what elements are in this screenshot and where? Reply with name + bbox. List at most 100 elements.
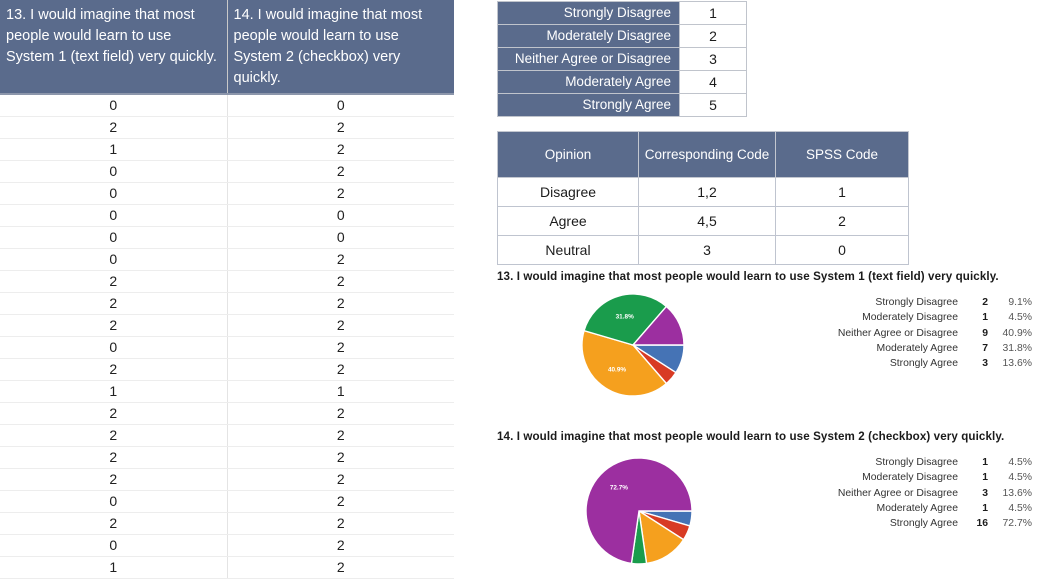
table-row: 02	[0, 182, 454, 205]
table-cell: 0	[0, 204, 228, 227]
chart-title-q13: 13. I would imagine that most people wou…	[497, 270, 999, 283]
legend-count: 1	[982, 457, 988, 468]
table-cell: 2	[227, 182, 454, 205]
chart-body-q14: 72.7% Strongly Disagree 1 4.5% Moderately D…	[497, 449, 1042, 569]
survey-response-table-panel: 13. I would imagine that most people wou…	[0, 0, 454, 580]
table-cell: 2	[0, 468, 228, 491]
table-row: 02	[0, 160, 454, 183]
table-cell: 0	[0, 160, 228, 183]
survey-response-table: 13. I would imagine that most people wou…	[0, 0, 454, 579]
legend-label: Moderately Agree	[876, 502, 958, 514]
table-row: 22	[0, 446, 454, 469]
chart-title-q14: 14. I would imagine that most people wou…	[497, 430, 1005, 443]
legend-percent: 9.1%	[1008, 297, 1032, 308]
table-cell: 2	[227, 292, 454, 315]
table-cell: 2	[227, 424, 454, 447]
legend-count: 7	[982, 342, 988, 354]
table-row: 02	[0, 248, 454, 271]
legend-label: Moderately Disagree	[862, 312, 958, 324]
legend-row: Moderately Disagree 1 4.5%	[802, 312, 1032, 327]
table-cell: 2	[227, 512, 454, 535]
legend-row: Strongly Disagree 2 9.1%	[802, 297, 1032, 312]
opinion-cell: Neutral	[497, 235, 639, 265]
opinion-cell: 0	[775, 235, 909, 265]
table-body: 0022120202000002222222022211222222220222…	[0, 94, 454, 579]
table-row: 22	[0, 292, 454, 315]
table-row: 11	[0, 380, 454, 403]
opinion-header-corresponding-code: Corresponding Code	[638, 131, 776, 178]
table-cell: 0	[0, 182, 228, 205]
legend-percent: 13.6%	[1002, 487, 1032, 499]
likert-value: 2	[679, 24, 747, 48]
legend-row: Strongly Agree 3 13.6%	[802, 358, 1032, 373]
table-row: 22	[0, 424, 454, 447]
likert-label: Neither Agree or Disagree	[497, 47, 680, 71]
table-cell: 2	[227, 402, 454, 425]
likert-label: Strongly Agree	[497, 93, 680, 117]
column-header-q14[interactable]: 14. I would imagine that most people wou…	[227, 0, 454, 95]
table-cell: 2	[0, 402, 228, 425]
legend-row: Moderately Agree 1 4.5%	[802, 503, 1032, 518]
table-cell: 2	[0, 446, 228, 469]
table-cell: 1	[0, 380, 228, 403]
table-row: 22	[0, 512, 454, 535]
table-cell: 0	[227, 204, 454, 227]
likert-value: 5	[679, 93, 747, 117]
chart-block-q14: 14. I would imagine that most people wou…	[497, 430, 1042, 569]
table-cell: 2	[227, 160, 454, 183]
table-row: 02	[0, 490, 454, 513]
table-cell: 2	[0, 358, 228, 381]
opinion-row: Disagree 1,2 1	[497, 177, 909, 207]
legend-percent: 4.5%	[1008, 312, 1032, 324]
legend-count: 9	[982, 327, 988, 339]
legend-label: Neither Agree or Disagree	[837, 487, 958, 499]
table-cell: 1	[227, 380, 454, 403]
legend-count: 1	[982, 312, 988, 324]
opinion-cell: 2	[775, 206, 909, 236]
likert-scale-table: Strongly Disagree 1 Moderately Disagree 2 Ne…	[497, 1, 747, 117]
likert-label: Strongly Disagree	[497, 1, 680, 25]
legend-label: Strongly Disagree	[875, 457, 958, 468]
table-row: 22	[0, 314, 454, 337]
likert-row: Strongly Agree 5	[497, 93, 747, 117]
table-cell: 2	[227, 270, 454, 293]
table-row: 22	[0, 402, 454, 425]
table-cell: 2	[0, 116, 228, 139]
legend-label: Moderately Disagree	[862, 472, 958, 484]
opinion-table-body: Disagree 1,2 1 Agree 4,5 2 Neutral 3 0	[497, 177, 909, 265]
table-row: 00	[0, 204, 454, 227]
screenshot-root: 13. I would imagine that most people wou…	[0, 0, 1057, 580]
table-cell: 2	[227, 358, 454, 381]
legend-percent: 4.5%	[1008, 472, 1032, 484]
table-cell: 2	[0, 424, 228, 447]
legend-label: Neither Agree or Disagree	[837, 327, 958, 339]
column-header-q13[interactable]: 13. I would imagine that most people wou…	[0, 0, 228, 95]
table-cell: 1	[0, 556, 228, 579]
legend-percent: 40.9%	[1002, 327, 1032, 339]
table-cell: 1	[0, 138, 228, 161]
table-row: 22	[0, 468, 454, 491]
pie-slice-label: 40.9%	[608, 367, 626, 374]
table-cell: 2	[227, 490, 454, 513]
likert-value: 3	[679, 47, 747, 71]
table-row: 02	[0, 336, 454, 359]
likert-row: Moderately Disagree 2	[497, 24, 747, 48]
opinion-header-opinion: Opinion	[497, 131, 639, 178]
table-cell: 2	[227, 138, 454, 161]
legend-label: Strongly Agree	[889, 518, 958, 530]
table-cell: 0	[0, 248, 228, 271]
table-cell: 2	[227, 314, 454, 337]
table-cell: 2	[227, 468, 454, 491]
legend-count: 1	[982, 472, 988, 484]
legend-row: Strongly Agree 16 72.7%	[802, 518, 1032, 533]
opinion-cell: 3	[638, 235, 776, 265]
legend-percent: 72.7%	[1002, 518, 1032, 530]
legend-label: Strongly Disagree	[875, 297, 958, 308]
opinion-row: Agree 4,5 2	[497, 206, 909, 236]
table-row: 02	[0, 534, 454, 557]
legend-percent: 13.6%	[1002, 358, 1032, 370]
pie-slice-label: 72.7%	[610, 484, 628, 491]
table-cell: 2	[227, 248, 454, 271]
chart-body-q13: 40.9% 31.8% Strongly Disagree 2 9.1% Moderat…	[497, 289, 1042, 409]
legend-count: 3	[982, 487, 988, 499]
